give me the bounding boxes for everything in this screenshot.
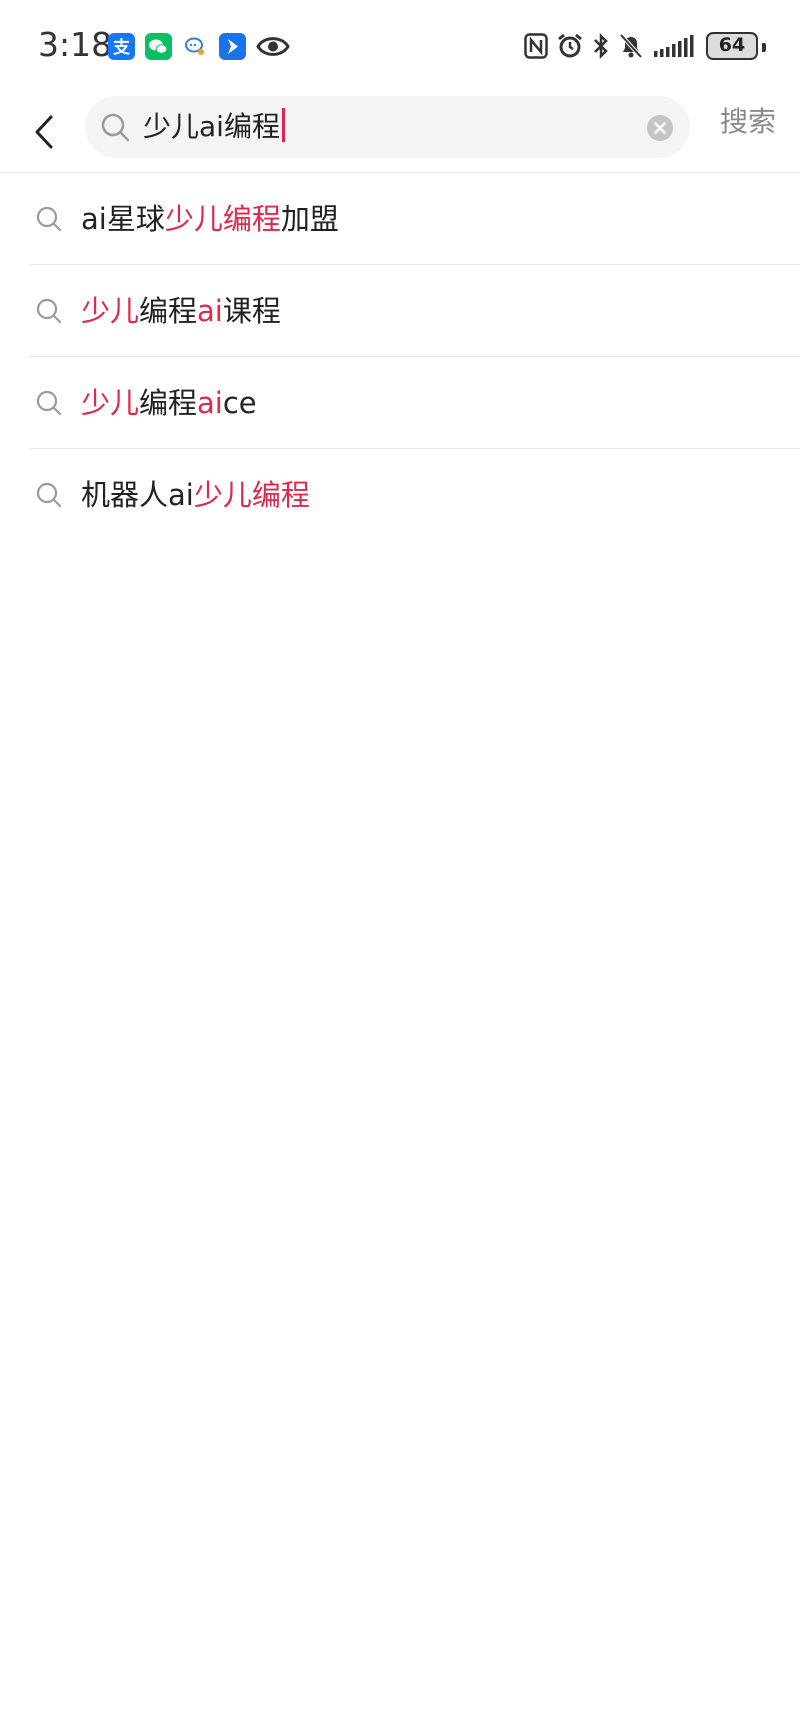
suggestion-fragment: ce bbox=[222, 386, 257, 420]
suggestion-fragment: 机器人ai bbox=[81, 478, 194, 512]
battery-cap bbox=[762, 43, 766, 52]
suggestion-item[interactable]: 少儿编程ai课程 bbox=[30, 265, 800, 357]
alipay-icon: 支 bbox=[108, 32, 135, 60]
suggestion-fragment: ai星球 bbox=[81, 202, 165, 236]
chevron-left-icon bbox=[35, 115, 53, 149]
notification-icons: 支 bbox=[108, 31, 300, 61]
alarm-icon bbox=[556, 32, 584, 60]
search-input[interactable]: 少儿ai编程 bbox=[143, 108, 285, 146]
system-icons: 64 bbox=[516, 29, 758, 63]
suggestion-text: ai星球少儿编程加盟 bbox=[81, 198, 339, 240]
navigation-app-icon bbox=[219, 32, 246, 60]
suggestion-text: 少儿编程ai课程 bbox=[81, 290, 281, 332]
bluetooth-icon bbox=[592, 32, 610, 60]
signal-icon bbox=[652, 33, 698, 59]
suggestion-highlight: ai bbox=[197, 294, 223, 328]
battery-level: 64 bbox=[706, 32, 758, 60]
search-query-text: 少儿ai编程 bbox=[143, 110, 280, 143]
suggestion-item[interactable]: ai星球少儿编程加盟 bbox=[30, 173, 800, 265]
search-icon bbox=[36, 390, 62, 416]
search-icon bbox=[36, 206, 62, 232]
search-icon bbox=[36, 482, 62, 508]
suggestion-list: ai星球少儿编程加盟 少儿编程ai课程 少儿编程aice 机器人ai少儿编程 bbox=[0, 173, 800, 541]
suggestion-text: 机器人ai少儿编程 bbox=[81, 474, 310, 516]
status-bar: 3:18 支 64 bbox=[0, 0, 800, 92]
chat-bubble-icon bbox=[182, 33, 209, 60]
search-icon bbox=[101, 113, 130, 142]
search-header: 少儿ai编程 搜索 bbox=[0, 92, 800, 172]
suggestion-fragment: 编程 bbox=[139, 294, 198, 328]
suggestion-fragment: 加盟 bbox=[280, 202, 339, 236]
text-cursor bbox=[281, 108, 285, 142]
back-button[interactable] bbox=[18, 104, 70, 160]
wechat-icon bbox=[145, 32, 172, 60]
suggestion-text: 少儿编程aice bbox=[81, 382, 257, 424]
suggestion-item[interactable]: 机器人ai少儿编程 bbox=[30, 449, 800, 541]
search-button[interactable]: 搜索 bbox=[720, 102, 776, 142]
nfc-icon bbox=[524, 33, 548, 59]
search-icon bbox=[36, 298, 62, 324]
svg-text:支: 支 bbox=[113, 37, 131, 58]
suggestion-fragment: 课程 bbox=[222, 294, 281, 328]
clear-button[interactable] bbox=[646, 114, 674, 142]
suggestion-highlight: 少儿 bbox=[81, 294, 140, 328]
status-time: 3:18 bbox=[38, 25, 113, 64]
suggestion-item[interactable]: 少儿编程aice bbox=[30, 357, 800, 449]
clear-icon bbox=[647, 115, 673, 141]
battery-icon: 64 bbox=[706, 32, 758, 60]
suggestion-highlight: 少儿 bbox=[81, 386, 140, 420]
suggestion-highlight: 少儿编程 bbox=[164, 202, 281, 236]
suggestion-fragment: 编程 bbox=[139, 386, 198, 420]
suggestion-highlight: 少儿编程 bbox=[193, 478, 310, 512]
search-box[interactable]: 少儿ai编程 bbox=[85, 96, 690, 158]
search-page: 3:18 支 64 少儿ai编程 搜索 ai星球少儿编程加盟 少儿编程ai课程 … bbox=[0, 0, 800, 1727]
eye-icon bbox=[256, 33, 290, 60]
suggestion-highlight: ai bbox=[197, 386, 223, 420]
bell-muted-icon bbox=[618, 32, 644, 60]
